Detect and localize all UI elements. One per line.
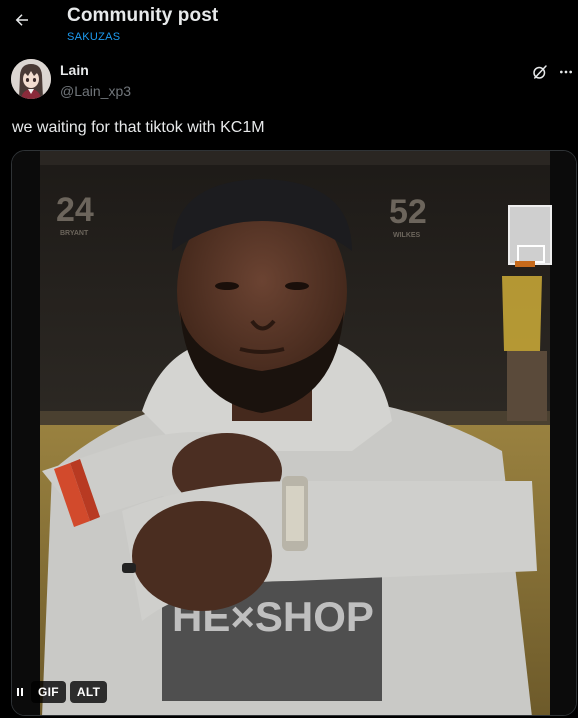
header-bar: Community post SAKUZAS bbox=[0, 0, 578, 50]
arrow-left-icon bbox=[15, 14, 28, 26]
media-gif[interactable]: 24 BRYANT 52 WILKES HE×SHOP bbox=[11, 150, 577, 716]
pause-icon bbox=[17, 688, 19, 696]
grok-icon bbox=[533, 65, 547, 79]
back-button[interactable] bbox=[8, 6, 36, 34]
more-options-button[interactable] bbox=[555, 60, 577, 84]
author-handle[interactable]: @Lain_xp3 bbox=[60, 83, 131, 99]
pause-button[interactable] bbox=[13, 681, 27, 703]
retired-jersey-right-number: 52 bbox=[389, 193, 427, 231]
grok-button[interactable] bbox=[528, 60, 552, 84]
media-controls: GIF ALT bbox=[13, 680, 108, 704]
alt-text-badge[interactable]: ALT bbox=[69, 681, 108, 703]
anime-girl-avatar-icon bbox=[11, 59, 51, 99]
avatar[interactable] bbox=[11, 59, 51, 99]
community-name-link[interactable]: SAKUZAS bbox=[67, 31, 120, 43]
author-name[interactable]: Lain bbox=[60, 62, 89, 78]
page-title: Community post bbox=[67, 5, 219, 26]
more-horizontal-icon bbox=[560, 70, 572, 74]
retired-jersey-right-name: WILKES bbox=[393, 232, 421, 239]
retired-jersey-left-name: BRYANT bbox=[60, 230, 89, 237]
gif-scene-image: 24 BRYANT 52 WILKES HE×SHOP bbox=[12, 151, 576, 715]
gif-badge[interactable]: GIF bbox=[31, 681, 66, 703]
retired-jersey-left-number: 24 bbox=[56, 191, 94, 229]
post-text: we waiting for that tiktok with KC1M bbox=[12, 119, 265, 136]
